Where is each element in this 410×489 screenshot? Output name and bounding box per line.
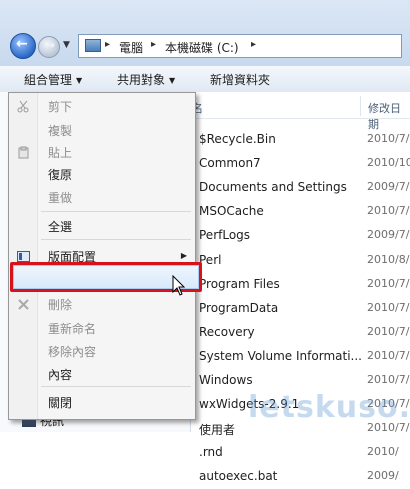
file-date: 2010/ — [367, 445, 399, 459]
menu-item-label: 復原 — [48, 168, 73, 182]
file-name: Documents and Settings — [199, 180, 347, 195]
file-date: 2010/10 — [367, 156, 410, 170]
menu-separator — [41, 211, 191, 212]
menu-item[interactable]: 重新命名 — [9, 317, 195, 339]
file-row[interactable]: $Recycle.Bin 2010/7/ — [190, 128, 410, 152]
menu-item-label: 重做 — [48, 191, 73, 205]
file-name: Common7 — [199, 156, 261, 171]
file-name: Program Files — [199, 276, 280, 291]
file-name: System Volume Informati... — [199, 348, 362, 363]
forward-button[interactable]: → — [38, 36, 60, 58]
breadcrumb-computer[interactable]: 電腦 — [119, 39, 143, 56]
file-name: PerfLogs — [199, 228, 251, 243]
file-date: 2009/ — [367, 469, 399, 483]
file-date: 2010/7/ — [367, 324, 410, 338]
file-date: 2010/7/ — [367, 373, 410, 386]
new-folder-button[interactable]: 新增資料夾 — [210, 71, 270, 88]
menu-item-label: 刪除 — [48, 298, 73, 312]
address-area: ← → ▼ ▸ 電腦 ▸ 本機磁碟 (C:) ▸ — [0, 0, 410, 66]
organize-menu: 剪下複製貼上復原重做全選版面配置▶資料夾和搜尋選項刪除重新命名移除內容內容關閉 — [8, 92, 196, 420]
file-date: 2010/7/ — [367, 132, 410, 145]
file-name: autoexec.bat — [199, 469, 278, 484]
file-name: .rnd — [199, 445, 223, 460]
file-row[interactable]: Recovery 2010/7/ — [190, 321, 410, 345]
menu-item-label: 重新命名 — [48, 322, 97, 336]
menu-item[interactable]: 復原 — [9, 163, 195, 185]
menu-item[interactable]: 全選 — [9, 215, 195, 237]
drive-icon — [85, 39, 101, 52]
menu-item[interactable]: 貼上 — [9, 141, 195, 163]
organize-label: 組合管理 — [24, 73, 73, 87]
menu-item-label: 移除內容 — [48, 345, 97, 359]
organize-button[interactable]: 組合管理 ▼ — [24, 71, 82, 88]
file-date: 2010/7/ — [367, 204, 410, 218]
menu-separator — [41, 386, 191, 387]
file-row[interactable]: ProgramData 2010/7/ — [190, 297, 410, 321]
file-row[interactable]: Common7 2010/10 — [190, 152, 410, 176]
history-dropdown-icon[interactable]: ▼ — [63, 40, 70, 50]
file-name: 使用者 — [199, 423, 236, 438]
file-name: Perl — [199, 252, 222, 267]
file-row[interactable]: autoexec.bat 2009/ — [190, 465, 410, 489]
forward-arrow-icon: → — [45, 38, 56, 52]
menu-item[interactable]: 複製 — [9, 119, 195, 141]
share-with-button[interactable]: 共用對象 ▼ — [117, 71, 175, 88]
submenu-arrow-icon: ▶ — [180, 251, 187, 260]
file-row[interactable]: Program Files 2010/7/ — [190, 273, 410, 297]
menu-item-label: 複製 — [48, 124, 73, 138]
menu-item[interactable]: 剪下 — [9, 95, 195, 117]
menu-separator — [41, 239, 191, 240]
menu-item[interactable]: 重做 — [9, 186, 195, 208]
address-bar[interactable]: ▸ 電腦 ▸ 本機磁碟 (C:) ▸ — [78, 34, 402, 58]
chevron-right-icon[interactable]: ▸ — [251, 39, 256, 50]
file-row[interactable]: Perl 2010/8/ — [190, 249, 410, 273]
file-date: 2010/7/ — [367, 276, 410, 290]
back-button[interactable]: ← — [10, 33, 36, 59]
file-date: 2010/8/ — [367, 252, 410, 266]
breadcrumb-drive[interactable]: 本機磁碟 (C:) — [165, 39, 239, 56]
menu-item-label: 內容 — [48, 368, 73, 382]
command-bar: 組合管理 ▼ 共用對象 ▼ 新增資料夾 — [0, 66, 410, 93]
file-name: Windows — [199, 373, 253, 387]
menu-item[interactable]: 關閉 — [9, 391, 195, 413]
dropdown-caret-icon: ▼ — [169, 76, 176, 85]
file-name: $Recycle.Bin — [199, 132, 276, 146]
clipboard-icon — [17, 146, 30, 159]
menu-item-label: 剪下 — [48, 100, 73, 114]
scissors-icon — [17, 100, 30, 113]
column-divider[interactable] — [360, 96, 361, 116]
menu-item[interactable]: 移除內容 — [9, 340, 195, 362]
file-row[interactable]: PerfLogs 2009/7/ — [190, 224, 410, 248]
file-name: Recovery — [199, 324, 255, 339]
dropdown-caret-icon: ▼ — [76, 76, 83, 85]
delete-x-icon — [17, 298, 30, 311]
file-name: MSOCache — [199, 204, 264, 219]
chevron-right-icon[interactable]: ▸ — [151, 39, 156, 50]
file-date: 2009/7/ — [367, 228, 410, 242]
file-row[interactable]: MSOCache 2010/7/ — [190, 200, 410, 224]
menu-item-label: 關閉 — [48, 396, 73, 410]
mouse-cursor-icon — [172, 275, 186, 296]
watermark: letskuso.com — [248, 390, 410, 425]
chevron-right-icon[interactable]: ▸ — [105, 39, 110, 50]
file-row[interactable]: Documents and Settings 2009/7/ — [190, 176, 410, 200]
menu-item[interactable]: 刪除 — [9, 293, 195, 315]
menu-item-label: 全選 — [48, 220, 73, 234]
file-date: 2010/7/ — [367, 348, 410, 362]
file-row[interactable]: .rnd 2010/ — [190, 441, 410, 465]
file-date: 2010/7/ — [367, 300, 410, 314]
menu-item-label: 貼上 — [48, 146, 73, 160]
menu-item[interactable]: 內容 — [9, 363, 195, 385]
file-name: ProgramData — [199, 300, 279, 315]
back-arrow-icon: ← — [16, 36, 28, 52]
file-row[interactable]: System Volume Informati... 2010/7/ — [190, 345, 410, 369]
file-date: 2009/7/ — [367, 180, 410, 194]
share-label: 共用對象 — [117, 73, 166, 87]
